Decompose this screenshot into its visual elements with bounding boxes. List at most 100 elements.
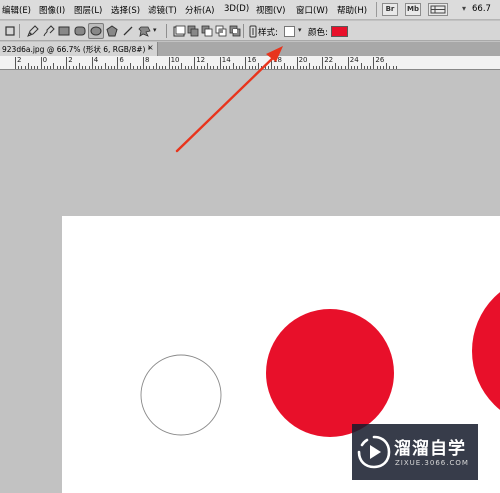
ruler-minor-tick bbox=[104, 63, 106, 69]
ruler-minor-tick bbox=[171, 66, 173, 69]
ruler-major-tick bbox=[219, 57, 221, 69]
ruler-minor-tick bbox=[95, 66, 96, 69]
ruler-minor-tick bbox=[203, 66, 205, 69]
ruler-major-tick bbox=[143, 57, 144, 69]
ruler-minor-tick bbox=[27, 63, 29, 69]
ruler-major-tick bbox=[373, 57, 375, 69]
ruler-minor-tick bbox=[130, 63, 132, 69]
menu-filter[interactable]: 滤镜(T) bbox=[148, 4, 177, 16]
menu-separator bbox=[376, 2, 377, 17]
ruler-label: 8 bbox=[145, 56, 150, 64]
freeform-pen-icon[interactable] bbox=[40, 23, 56, 39]
ruler-minor-tick bbox=[69, 66, 71, 69]
ruler-minor-tick bbox=[242, 66, 244, 69]
ruler-minor-tick bbox=[248, 66, 250, 69]
ruler-minor-tick bbox=[255, 66, 256, 69]
style-dropdown-icon[interactable]: ▾ bbox=[298, 26, 302, 34]
polygon-tool-icon[interactable] bbox=[104, 23, 120, 39]
ruler-minor-tick bbox=[159, 66, 160, 69]
ellipse-outline-shape[interactable] bbox=[140, 354, 222, 436]
horizontal-ruler[interactable]: 2 0 2 4 6 8 10 12 14 16 18 20 22 24 26 bbox=[0, 56, 500, 70]
ruler-minor-tick bbox=[18, 66, 20, 69]
color-swatch[interactable] bbox=[331, 26, 348, 37]
ruler-minor-tick bbox=[34, 66, 36, 69]
custom-shape-tool-icon[interactable] bbox=[136, 23, 152, 39]
red-circle-shape[interactable] bbox=[266, 309, 394, 437]
menu-3d[interactable]: 3D(D) bbox=[224, 4, 249, 14]
ruler-minor-tick bbox=[59, 66, 61, 69]
ruler-minor-tick bbox=[376, 66, 378, 69]
watermark-title: 溜溜自学 bbox=[394, 439, 466, 459]
document-tab[interactable]: 923d6a.jpg @ 66.7% (形状 6, RGB/8#) * × bbox=[0, 42, 158, 56]
ruler-minor-tick bbox=[312, 66, 314, 69]
ruler-minor-tick bbox=[178, 66, 180, 69]
tool-preset-icon[interactable] bbox=[2, 23, 18, 39]
menu-select[interactable]: 选择(S) bbox=[111, 4, 140, 16]
ruler-minor-tick bbox=[331, 66, 333, 69]
shape-dropdown-icon[interactable]: ▾ bbox=[153, 26, 157, 34]
ruler-label: 16 bbox=[247, 56, 257, 64]
bridge-icon[interactable]: Br bbox=[382, 3, 398, 16]
ruler-minor-tick bbox=[357, 66, 359, 69]
menu-image[interactable]: 图像(I) bbox=[39, 4, 65, 16]
ruler-minor-tick bbox=[341, 66, 343, 69]
ruler-minor-tick bbox=[111, 66, 112, 69]
ruler-minor-tick bbox=[216, 66, 218, 69]
ruler-minor-tick bbox=[277, 66, 279, 69]
menu-help[interactable]: 帮助(H) bbox=[337, 4, 367, 16]
menu-view[interactable]: 视图(V) bbox=[256, 4, 285, 16]
ruler-minor-tick bbox=[63, 66, 64, 69]
ruler-minor-tick bbox=[53, 63, 55, 69]
ruler-minor-tick bbox=[351, 66, 352, 69]
style-swatch[interactable] bbox=[284, 26, 295, 37]
ruler-minor-tick bbox=[24, 66, 26, 69]
document-tab-title: 923d6a.jpg @ 66.7% (形状 6, RGB/8#) * bbox=[2, 45, 152, 54]
zoom-level[interactable]: 66.7 bbox=[472, 4, 491, 14]
ruler-major-tick bbox=[40, 57, 42, 69]
ruler-minor-tick bbox=[47, 66, 48, 69]
ruler-minor-tick bbox=[235, 66, 237, 69]
mini-bridge-icon[interactable]: Mb bbox=[405, 3, 421, 16]
ruler-label: 18 bbox=[273, 56, 282, 64]
ruler-minor-tick bbox=[379, 66, 381, 69]
ruler-label: 20 bbox=[298, 56, 308, 64]
ruler-minor-tick bbox=[37, 66, 39, 69]
menu-analysis[interactable]: 分析(A) bbox=[185, 4, 214, 16]
pen-tool-icon[interactable] bbox=[24, 23, 40, 39]
ruler-minor-tick bbox=[191, 66, 192, 69]
ruler-minor-tick bbox=[251, 66, 253, 69]
ruler-minor-tick bbox=[319, 66, 320, 69]
menu-layer[interactable]: 图层(L) bbox=[74, 4, 102, 16]
extras-icon[interactable] bbox=[428, 3, 448, 16]
close-icon[interactable]: × bbox=[147, 43, 154, 52]
rounded-rectangle-tool-icon[interactable] bbox=[72, 23, 88, 39]
ellipse-tool-icon[interactable] bbox=[88, 23, 104, 39]
menu-window[interactable]: 窗口(W) bbox=[296, 4, 328, 16]
ruler-minor-tick bbox=[200, 66, 202, 69]
ruler-minor-tick bbox=[146, 66, 148, 69]
rectangle-tool-icon[interactable] bbox=[56, 23, 72, 39]
ruler-minor-tick bbox=[114, 66, 116, 69]
ruler-minor-tick bbox=[354, 66, 356, 69]
ruler-minor-tick bbox=[88, 66, 90, 69]
ruler-minor-tick bbox=[43, 66, 45, 69]
ruler-minor-tick bbox=[101, 66, 103, 69]
ruler-minor-tick bbox=[120, 66, 122, 69]
ruler-minor-tick bbox=[181, 63, 183, 69]
exclude-overlap-icon[interactable] bbox=[227, 23, 243, 39]
ruler-minor-tick bbox=[261, 66, 263, 69]
menu-bar: 编辑(E) 图像(I) 图层(L) 选择(S) 滤镜(T) 分析(A) 3D(D… bbox=[0, 0, 500, 20]
ruler-minor-tick bbox=[213, 66, 215, 69]
menu-edit[interactable]: 编辑(E) bbox=[2, 4, 31, 16]
line-tool-icon[interactable] bbox=[120, 23, 136, 39]
ruler-minor-tick bbox=[162, 66, 164, 69]
ruler-minor-tick bbox=[309, 63, 311, 69]
ruler-major-tick bbox=[271, 57, 272, 69]
red-circle-shape-partial[interactable] bbox=[472, 275, 500, 427]
ruler-minor-tick bbox=[315, 66, 317, 69]
ruler-major-tick bbox=[194, 57, 196, 69]
ruler-label: 2 bbox=[17, 56, 22, 64]
zoom-dropdown-icon[interactable]: ▾ bbox=[462, 4, 466, 13]
ruler-label: 26 bbox=[375, 56, 385, 64]
ruler-minor-tick bbox=[21, 66, 23, 69]
